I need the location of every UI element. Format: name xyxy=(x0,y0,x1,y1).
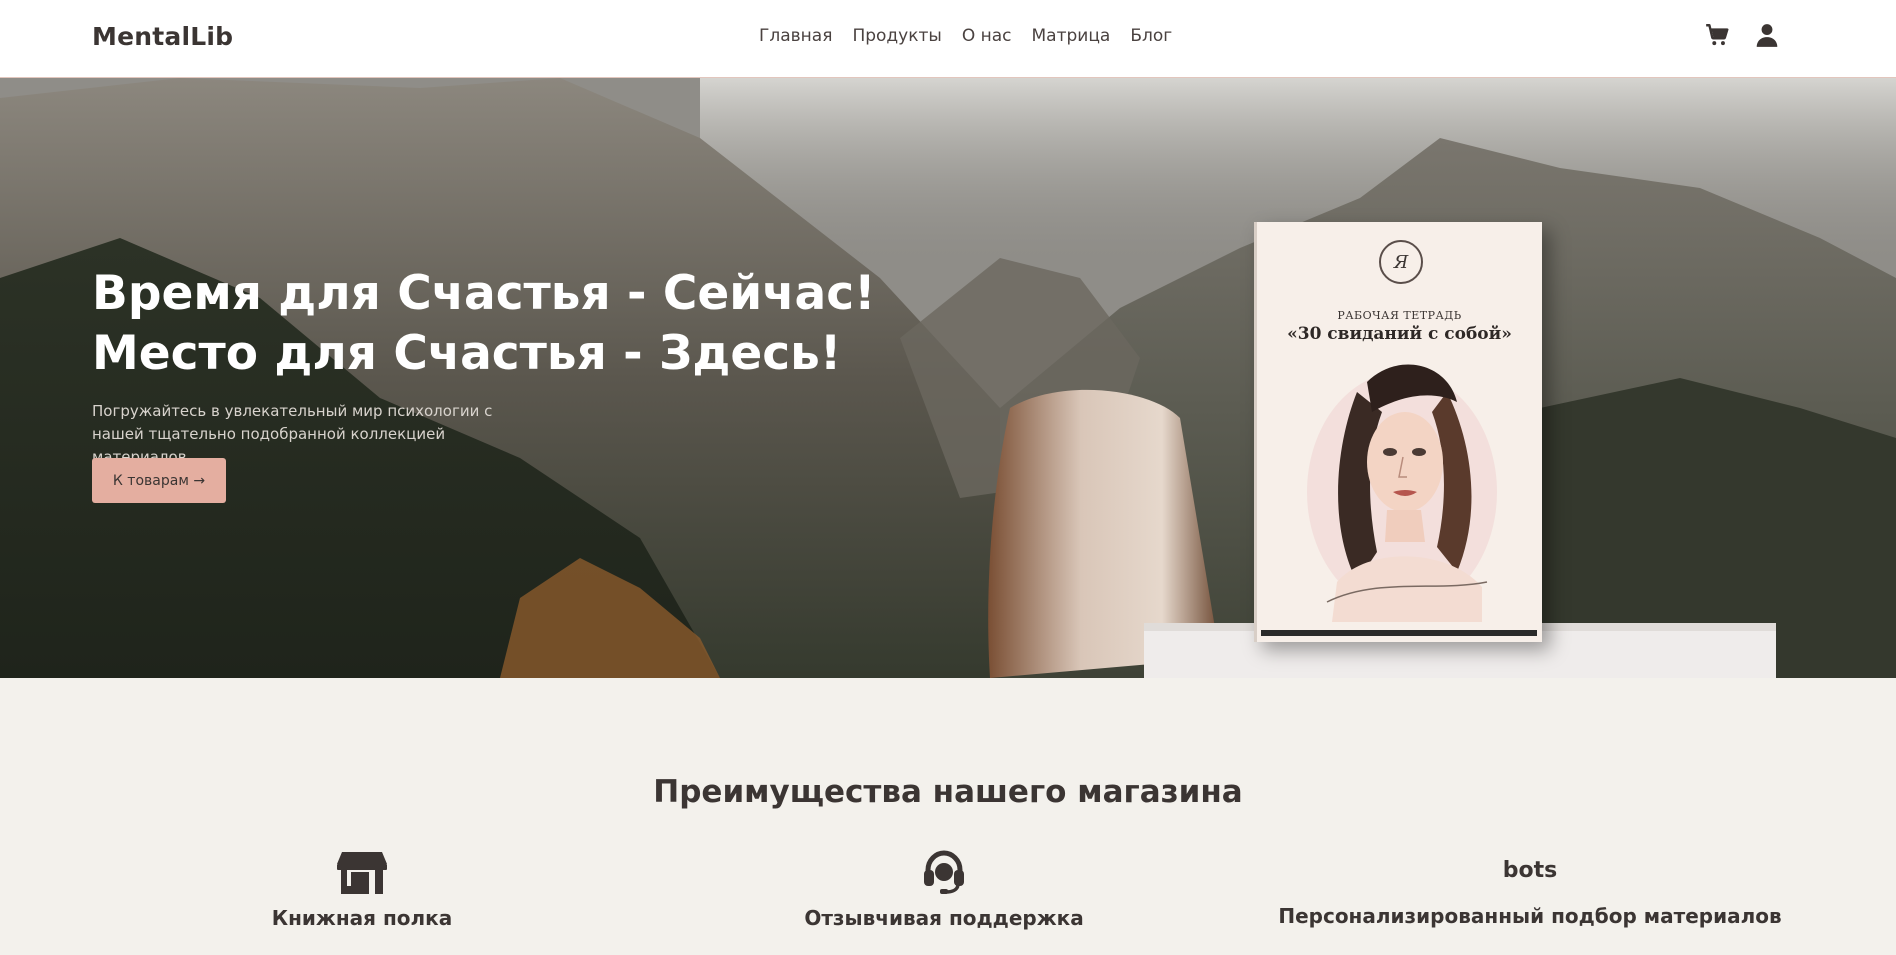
feature-label-support: Отзывчивая поддержка xyxy=(804,906,1084,930)
nav-link-matrix[interactable]: Матрица xyxy=(1032,26,1111,46)
cart-icon[interactable] xyxy=(1704,22,1730,48)
headset-icon xyxy=(924,850,964,894)
bots-icon: bots xyxy=(1502,858,1558,883)
book-logo-icon: Я xyxy=(1379,240,1423,284)
nav-link-about[interactable]: О нас xyxy=(962,26,1012,46)
store-icon xyxy=(337,852,387,894)
feature-personalized: bots Персонализированный подбор материал… xyxy=(1270,850,1790,928)
portrait-illustration xyxy=(1307,364,1497,622)
nav-link-products[interactable]: Продукты xyxy=(852,26,941,46)
hero-title-line-2: Место для Счастья - Здесь! xyxy=(92,326,842,381)
brand-logo[interactable]: MentalLib xyxy=(92,22,233,51)
nav-links: Главная Продукты О нас Матрица Блог xyxy=(759,26,1172,46)
feature-label-bookshelf: Книжная полка xyxy=(271,906,453,930)
nav-link-blog[interactable]: Блог xyxy=(1130,26,1172,46)
features-heading: Преимущества нашего магазина xyxy=(653,774,1243,810)
feature-label-personalized: Персонализированный подбор материалов xyxy=(1278,904,1782,928)
hero-banner: Время для Счастья - Сейчас! Место для Сч… xyxy=(0,78,1896,678)
book-spine-edge xyxy=(1261,630,1537,636)
book-label: РАБОЧАЯ ТЕТРАДЬ xyxy=(1337,309,1462,322)
navbar: MentalLib Главная Продукты О нас Матрица… xyxy=(0,0,1896,78)
to-products-button[interactable]: К товарам → xyxy=(92,458,226,503)
nav-icons xyxy=(1704,22,1780,48)
feature-support: Отзывчивая поддержка xyxy=(794,850,1094,930)
workbook-cover[interactable]: Я РАБОЧАЯ ТЕТРАДЬ «30 свиданий с собой» xyxy=(1254,222,1542,642)
nav-link-home[interactable]: Главная xyxy=(759,26,832,46)
hero-title-line-1: Время для Счастья - Сейчас! xyxy=(92,266,876,321)
book-title: «30 свиданий с собой» xyxy=(1287,324,1512,344)
feature-bookshelf: Книжная полка xyxy=(262,850,462,930)
user-icon[interactable] xyxy=(1754,22,1780,48)
hero-title: Время для Счастья - Сейчас! Место для Сч… xyxy=(92,264,892,384)
